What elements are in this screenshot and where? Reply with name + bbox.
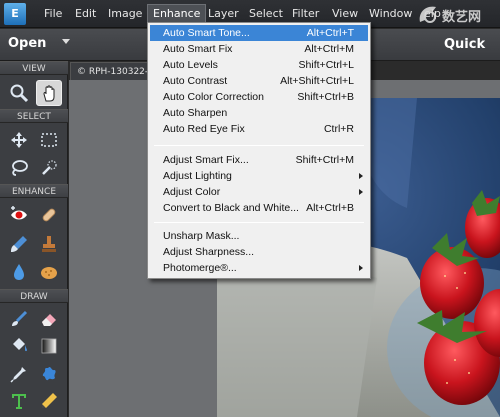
tools-section-enhance: ENHANCE — [0, 184, 68, 198]
eraser-tool-icon[interactable] — [36, 306, 62, 332]
menu-window[interactable]: Window — [369, 7, 412, 20]
app-logo[interactable]: E — [4, 3, 26, 25]
lasso-tool-icon[interactable] — [6, 155, 32, 181]
menu-item-adjust-color[interactable]: Adjust Color — [150, 184, 368, 200]
menu-item-auto-color-correction[interactable]: Auto Color Correction Shift+Ctrl+B — [150, 89, 368, 105]
brush-tool-icon[interactable] — [6, 306, 32, 332]
clone-stamp-tool-icon[interactable] — [36, 231, 62, 257]
submenu-arrow-icon — [359, 189, 363, 195]
blur-tool-icon[interactable] — [6, 259, 32, 285]
svg-text:数艺网: 数艺网 — [442, 9, 481, 25]
menu-item-auto-smart-tone[interactable]: Auto Smart Tone... Alt+Ctrl+T — [150, 25, 368, 41]
type-tool-icon[interactable] — [6, 388, 32, 414]
menu-item-adjust-sharpness[interactable]: Adjust Sharpness... — [150, 244, 368, 260]
sponge-tool-icon[interactable] — [36, 259, 62, 285]
smart-brush-tool-icon[interactable] — [6, 231, 32, 257]
menu-image[interactable]: Image — [108, 7, 142, 20]
tools-panel: VIEW SELECT ENHANCE DRAW — [0, 61, 68, 417]
menu-edit[interactable]: Edit — [75, 7, 96, 20]
menu-separator — [154, 222, 364, 223]
submenu-arrow-icon — [359, 265, 363, 271]
marquee-tool-icon[interactable] — [36, 127, 62, 153]
eyedropper-tool-icon[interactable] — [6, 361, 32, 387]
menu-item-auto-contrast[interactable]: Auto Contrast Alt+Shift+Ctrl+L — [150, 73, 368, 89]
custom-shape-tool-icon[interactable] — [36, 361, 62, 387]
menu-item-auto-sharpen[interactable]: Auto Sharpen — [150, 105, 368, 121]
paint-bucket-tool-icon[interactable] — [6, 333, 32, 359]
tools-section-select: SELECT — [0, 109, 68, 123]
spot-healing-tool-icon[interactable] — [36, 202, 62, 228]
submenu-arrow-icon — [359, 173, 363, 179]
tools-section-draw: DRAW — [0, 289, 68, 303]
menu-file[interactable]: File — [44, 7, 62, 20]
menu-enhance[interactable]: Enhance — [147, 4, 207, 23]
move-tool-icon[interactable] — [6, 127, 32, 153]
quick-selection-tool-icon[interactable] — [36, 155, 62, 181]
red-eye-tool-icon[interactable] — [6, 202, 32, 228]
menu-item-auto-smart-fix[interactable]: Auto Smart Fix Alt+Ctrl+M — [150, 41, 368, 57]
menu-item-convert-to-black-and-white[interactable]: Convert to Black and White... Alt+Ctrl+B — [150, 200, 368, 216]
hand-tool-icon[interactable] — [36, 80, 62, 106]
menu-item-adjust-lighting[interactable]: Adjust Lighting — [150, 168, 368, 184]
menu-layer[interactable]: Layer — [208, 7, 239, 20]
pencil-tool-icon[interactable] — [36, 388, 62, 414]
menu-item-auto-red-eye-fix[interactable]: Auto Red Eye Fix Ctrl+R — [150, 121, 368, 137]
menu-separator — [154, 145, 364, 146]
site-watermark: 数艺网 — [416, 2, 496, 28]
open-dropdown-arrow-icon[interactable] — [62, 39, 70, 44]
menu-filter[interactable]: Filter — [292, 7, 319, 20]
menu-item-unsharp-mask[interactable]: Unsharp Mask... — [150, 228, 368, 244]
quick-mode-button[interactable]: Quick — [444, 37, 485, 52]
tools-section-view: VIEW — [0, 61, 68, 75]
menu-select[interactable]: Select — [249, 7, 283, 20]
menu-view[interactable]: View — [332, 7, 358, 20]
open-button[interactable]: Open — [8, 36, 46, 51]
menu-item-photomerge[interactable]: Photomerge®... — [150, 260, 368, 276]
menu-item-adjust-smart-fix[interactable]: Adjust Smart Fix... Shift+Ctrl+M — [150, 152, 368, 168]
gradient-tool-icon[interactable] — [36, 333, 62, 359]
menu-item-auto-levels[interactable]: Auto Levels Shift+Ctrl+L — [150, 57, 368, 73]
enhance-menu-dropdown: Auto Smart Tone... Alt+Ctrl+T Auto Smart … — [147, 22, 371, 279]
zoom-tool-icon[interactable] — [6, 80, 32, 106]
